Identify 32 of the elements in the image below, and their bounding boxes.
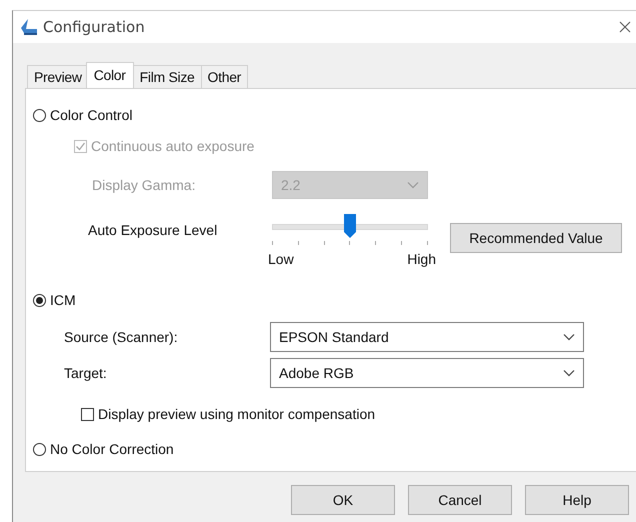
field-label: Display Gamma: bbox=[92, 177, 196, 193]
radio-label: Color Control bbox=[50, 107, 132, 123]
radio-label: No Color Correction bbox=[50, 441, 174, 457]
caret-icon bbox=[563, 369, 575, 377]
tab[interactable]: Color bbox=[86, 62, 134, 89]
field-label: Source (Scanner): bbox=[64, 329, 179, 345]
radio-label: ICM bbox=[50, 292, 76, 308]
radio-button[interactable] bbox=[33, 294, 46, 306]
dialog-button[interactable]: Help bbox=[525, 485, 629, 515]
target-dropdown[interactable]: Adobe RGB bbox=[270, 358, 584, 388]
caret-icon bbox=[407, 181, 419, 189]
checkbox[interactable] bbox=[81, 408, 94, 420]
scale-label: High bbox=[407, 251, 436, 267]
slider-thumb[interactable] bbox=[343, 213, 357, 239]
recommended-value-button[interactable]: Recommended Value bbox=[450, 223, 622, 253]
source-dropdown[interactable]: EPSON Standard bbox=[270, 322, 584, 352]
radio-button[interactable] bbox=[33, 442, 46, 456]
scale-label: Low bbox=[268, 251, 294, 267]
checkbox-label: Continuous auto exposure bbox=[91, 138, 254, 154]
field-label: Auto Exposure Level bbox=[88, 222, 218, 238]
tab[interactable]: Other bbox=[200, 65, 248, 88]
window-title: Configuration bbox=[43, 18, 145, 36]
radio-button[interactable] bbox=[33, 108, 46, 122]
exposure-slider[interactable] bbox=[272, 213, 428, 245]
tab[interactable]: Preview bbox=[27, 65, 89, 88]
checkbox-label: Display preview using monitor compensation bbox=[98, 406, 376, 422]
field-label: Target: bbox=[64, 365, 108, 381]
caret-icon bbox=[563, 333, 575, 341]
scanner-icon bbox=[19, 18, 39, 36]
dialog-button[interactable]: Cancel bbox=[408, 485, 512, 515]
close-icon[interactable] bbox=[619, 21, 631, 33]
dialog-button[interactable]: OK bbox=[291, 485, 395, 515]
